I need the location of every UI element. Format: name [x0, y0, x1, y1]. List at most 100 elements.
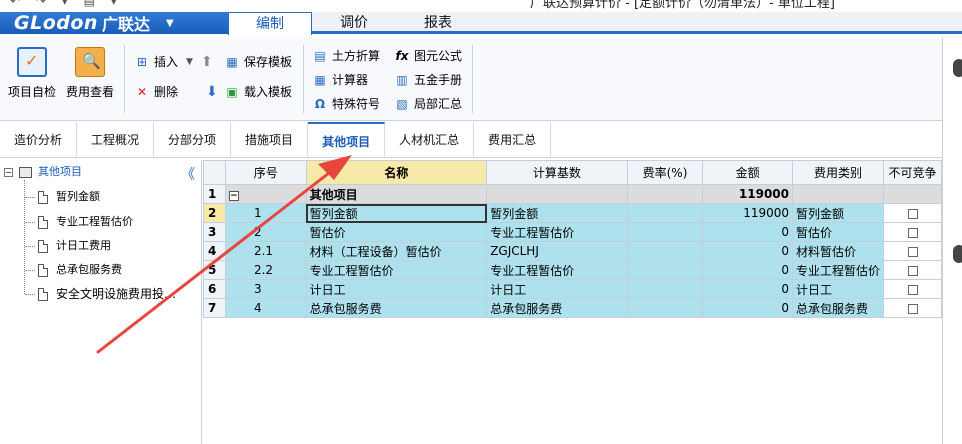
collapse-panel-icon[interactable]: 《 [181, 164, 195, 184]
name-cell[interactable]: 专业工程暂估价 [305, 260, 488, 280]
earthwork-conversion-button[interactable]: ▤ 土方折算 [312, 47, 380, 65]
table-row[interactable]: 2 1 暂列金额 暂列金额 119000 暂列金额 [203, 203, 942, 223]
group-category-cell[interactable] [792, 184, 885, 204]
name-cell[interactable]: 计日工 [305, 279, 488, 299]
non-competitive-cell[interactable] [883, 279, 942, 299]
non-competitive-checkbox[interactable] [907, 246, 918, 257]
tab-cost-analysis[interactable]: 造价分析 [0, 122, 78, 158]
move-down-icon[interactable]: ⬇ [206, 83, 218, 101]
seq-cell[interactable]: 1 [224, 203, 307, 223]
base-cell[interactable]: ZGJCLHJ [486, 241, 628, 261]
amount-cell[interactable]: 0 [702, 222, 794, 242]
local-summary-button[interactable]: ▧ 局部汇总 [394, 95, 462, 113]
row-number[interactable]: 3 [203, 222, 226, 242]
category-cell[interactable]: 暂估价 [792, 222, 885, 242]
tree-expand-minus-icon[interactable]: − [4, 167, 13, 177]
col-header-base[interactable]: 计算基数 [486, 160, 628, 185]
group-rate-cell[interactable] [626, 184, 704, 204]
tree-node-safety-fee[interactable]: 安全文明设施费用投… [38, 284, 176, 304]
row-number[interactable]: 2 [203, 203, 226, 223]
col-header-amount[interactable]: 金额 [702, 160, 794, 185]
rate-cell[interactable] [626, 298, 704, 318]
hardware-manual-button[interactable]: ▥ 五金手册 [394, 71, 462, 89]
base-cell[interactable]: 计日工 [486, 279, 628, 299]
group-toggle-cell[interactable]: − [224, 184, 307, 204]
menu-item-reports[interactable]: 报表 [396, 12, 480, 34]
table-row[interactable]: 7 4 总承包服务费 总承包服务费 0 总承包服务费 [203, 298, 942, 318]
category-cell[interactable]: 暂列金额 [792, 203, 885, 223]
seq-cell[interactable]: 2 [224, 222, 307, 242]
tree-node-other-items[interactable]: − 其他项目 [4, 162, 82, 182]
table-row[interactable]: 3 2 暂估价 专业工程暂估价 0 暂估价 [203, 222, 942, 242]
special-symbol-button[interactable]: Ω 特殊符号 [312, 95, 380, 113]
col-header-rate[interactable]: 费率(%) [626, 160, 704, 185]
tab-measures[interactable]: 措施项目 [231, 122, 309, 158]
table-row[interactable]: 6 3 计日工 计日工 0 计日工 [203, 279, 942, 299]
non-competitive-cell[interactable] [883, 241, 942, 261]
non-competitive-checkbox[interactable] [907, 208, 918, 219]
non-competitive-checkbox[interactable] [907, 303, 918, 314]
fee-view-button[interactable]: 费用查看 [62, 47, 118, 100]
chevron-down-icon[interactable]: ▼ [186, 53, 193, 71]
seq-cell[interactable]: 2.1 [224, 241, 307, 261]
non-competitive-cell[interactable] [883, 203, 942, 223]
base-cell[interactable]: 暂列金额 [486, 203, 628, 223]
base-cell[interactable]: 总承包服务费 [486, 298, 628, 318]
name-cell[interactable]: 暂估价 [305, 222, 488, 242]
name-cell[interactable]: 材料（工程设备）暂估价 [305, 241, 488, 261]
non-competitive-checkbox[interactable] [907, 284, 918, 295]
calculator-button[interactable]: ▦ 计算器 [312, 71, 368, 89]
category-cell[interactable]: 总承包服务费 [792, 298, 885, 318]
group-noncomp-cell[interactable] [883, 184, 942, 204]
table-row[interactable]: 4 2.1 材料（工程设备）暂估价 ZGJCLHJ 0 材料暂估价 [203, 241, 942, 261]
user-avatar-icon[interactable] [953, 59, 962, 77]
move-up-icon[interactable]: ⬆ [201, 53, 213, 71]
seq-cell[interactable]: 3 [224, 279, 307, 299]
amount-cell[interactable]: 0 [702, 260, 794, 280]
tree-node-general-contract-fee[interactable]: 总承包服务费 [38, 260, 122, 280]
amount-cell[interactable]: 119000 [702, 203, 794, 223]
save-template-button[interactable]: ▦ 保存模板 [224, 53, 292, 71]
element-formula-button[interactable]: fx 图元公式 [394, 47, 463, 65]
amount-cell[interactable]: 0 [702, 298, 794, 318]
assistant-avatar-icon[interactable] [953, 245, 962, 263]
tab-sub-items[interactable]: 分部分项 [154, 122, 232, 158]
project-check-button[interactable]: 项目自检 [4, 47, 60, 100]
insert-button[interactable]: ⊞ 插入 ▼ ⬆ [134, 53, 213, 71]
rate-cell[interactable] [626, 222, 704, 242]
load-template-button[interactable]: ▣ 载入模板 [224, 83, 292, 101]
base-cell[interactable]: 专业工程暂估价 [486, 222, 628, 242]
non-competitive-checkbox[interactable] [907, 227, 918, 238]
table-row-group[interactable]: 1 − 其他项目 119000 [203, 184, 942, 204]
group-name-cell[interactable]: 其他项目 [305, 184, 488, 204]
menu-item-edit[interactable]: 编制 [228, 12, 312, 35]
tab-fee-summary[interactable]: 费用汇总 [474, 122, 552, 158]
seq-cell[interactable]: 4 [224, 298, 307, 318]
col-header-non-competitive[interactable]: 不可竞争 [883, 160, 942, 185]
row-number[interactable]: 7 [203, 298, 226, 318]
chevron-down-icon[interactable]: ▼ [166, 18, 174, 29]
non-competitive-cell[interactable] [883, 260, 942, 280]
tree-node-daywork[interactable]: 计日工费用 [38, 236, 111, 256]
row-number[interactable]: 4 [203, 241, 226, 261]
row-number[interactable]: 5 [203, 260, 226, 280]
group-amount-cell[interactable]: 119000 [702, 184, 794, 204]
delete-button[interactable]: ✕ 删除 ⬇ [134, 83, 218, 101]
amount-cell[interactable]: 0 [702, 241, 794, 261]
row-number[interactable]: 1 [203, 184, 226, 204]
col-header-seq[interactable]: 序号 [224, 160, 307, 185]
category-cell[interactable]: 材料暂估价 [792, 241, 885, 261]
name-cell[interactable]: 暂列金额 [305, 203, 488, 223]
category-cell[interactable]: 专业工程暂估价 [792, 260, 885, 280]
quick-access-toolbar[interactable]: ↶ ↷ ▾ ▤ ▾ [10, 0, 123, 8]
rate-cell[interactable] [626, 203, 704, 223]
non-competitive-checkbox[interactable] [907, 265, 918, 276]
rate-cell[interactable] [626, 279, 704, 299]
category-cell[interactable]: 计日工 [792, 279, 885, 299]
table-row[interactable]: 5 2.2 专业工程暂估价 专业工程暂估价 0 专业工程暂估价 [203, 260, 942, 280]
rate-cell[interactable] [626, 241, 704, 261]
col-header-name[interactable]: 名称 [305, 160, 488, 185]
brand-menu-button[interactable]: GLodon 广联达 ▼ [0, 12, 228, 34]
tree-node-professional-estimate[interactable]: 专业工程暂估价 [38, 212, 133, 232]
rate-cell[interactable] [626, 260, 704, 280]
